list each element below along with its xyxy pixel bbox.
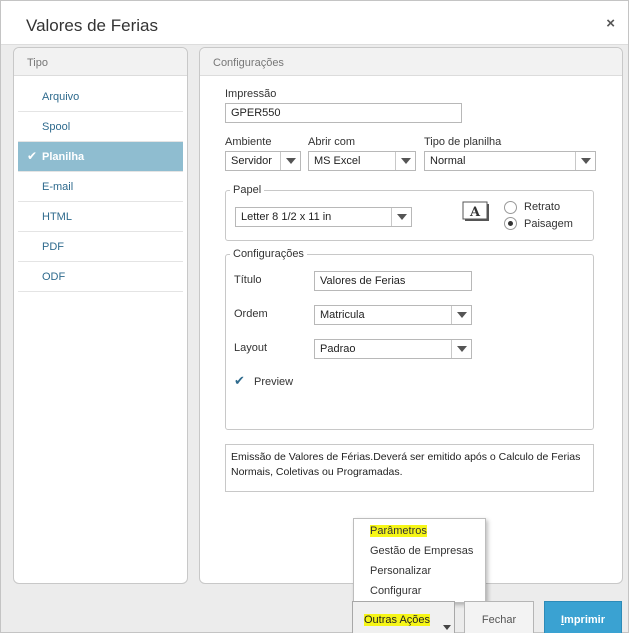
- tipo-item-label: PDF: [42, 241, 64, 253]
- impressao-input[interactable]: GPER550: [225, 103, 462, 123]
- imprimir-button[interactable]: Imprimir: [544, 601, 622, 633]
- preview-label: Preview: [254, 376, 294, 388]
- chevron-down-icon[interactable]: [451, 340, 471, 358]
- title-bar: Valores de Ferias ×: [1, 1, 628, 45]
- impressao-label: Impressão: [225, 88, 277, 100]
- abrir-com-value: MS Excel: [314, 155, 361, 167]
- outras-acoes-label: Outras Ações: [364, 614, 431, 626]
- chevron-down-icon[interactable]: [451, 306, 471, 324]
- tipo-planilha-value: Normal: [430, 155, 466, 167]
- menu-item-label: Gestão de Empresas: [370, 545, 474, 557]
- abrir-com-label: Abrir com: [308, 136, 356, 148]
- ambiente-value: Servidor: [231, 155, 272, 167]
- font-preview-icon: A: [462, 201, 489, 221]
- checkmark-icon: ✔: [27, 149, 38, 163]
- chevron-down-icon: [443, 625, 451, 630]
- tipo-item-label: Arquivo: [42, 91, 80, 103]
- config-header: Configurações: [200, 48, 622, 76]
- paisagem-radio[interactable]: [504, 217, 517, 230]
- layout-label: Layout: [234, 342, 268, 354]
- ordem-select[interactable]: Matricula: [314, 305, 472, 325]
- tipo-panel: Tipo Arquivo Spool ✔ Planilha E-mail HTML…: [13, 47, 188, 584]
- configuracoes-legend: Configurações: [230, 248, 307, 260]
- menu-item-parametros[interactable]: Parâmetros: [370, 525, 427, 537]
- tipo-item-spool[interactable]: Spool: [18, 112, 183, 142]
- outras-acoes-button[interactable]: Outras Ações: [352, 601, 455, 633]
- description-text: Emissão de Valores de Férias.Deverá ser …: [225, 444, 594, 492]
- layout-value: Padrao: [320, 343, 356, 355]
- chevron-down-icon[interactable]: [575, 152, 595, 170]
- tipo-planilha-label: Tipo de planilha: [424, 136, 502, 148]
- retrato-radio[interactable]: [504, 201, 517, 214]
- ambiente-label: Ambiente: [225, 136, 272, 148]
- ordem-value: Matricula: [320, 309, 365, 321]
- close-icon[interactable]: ×: [606, 15, 615, 32]
- paper-size-select[interactable]: Letter 8 1/2 x 11 in: [235, 207, 412, 227]
- tipo-header: Tipo: [14, 48, 187, 76]
- tipo-item-planilha[interactable]: ✔ Planilha: [18, 142, 183, 172]
- ordem-label: Ordem: [234, 308, 268, 320]
- tipo-item-label: Spool: [42, 121, 71, 133]
- tipo-item-arquivo[interactable]: Arquivo: [18, 82, 183, 112]
- titulo-label: Título: [234, 274, 262, 286]
- chevron-down-icon[interactable]: [395, 152, 415, 170]
- papel-legend: Papel: [230, 184, 265, 196]
- tipo-item-label: Planilha: [42, 151, 85, 163]
- menu-item-configurar[interactable]: Configurar: [370, 585, 421, 597]
- dialog-title: Valores de Ferias: [26, 16, 158, 35]
- layout-select[interactable]: Padrao: [314, 339, 472, 359]
- paisagem-label: Paisagem: [524, 218, 573, 230]
- tipo-item-odf[interactable]: ODF: [18, 262, 183, 292]
- tipo-item-email[interactable]: E-mail: [18, 172, 183, 202]
- tipo-planilha-select[interactable]: Normal: [424, 151, 596, 171]
- tipo-item-label: HTML: [42, 211, 72, 223]
- ambiente-select[interactable]: Servidor: [225, 151, 301, 171]
- retrato-label: Retrato: [524, 201, 561, 213]
- abrir-com-select[interactable]: MS Excel: [308, 151, 416, 171]
- titulo-input[interactable]: Valores de Ferias: [314, 271, 472, 291]
- dialog-window: Valores de Ferias × Tipo Arquivo Spool ✔…: [0, 0, 629, 633]
- chevron-down-icon[interactable]: [280, 152, 300, 170]
- menu-item-label: Personalizar: [370, 565, 432, 577]
- paper-size-value: Letter 8 1/2 x 11 in: [241, 211, 332, 223]
- chevron-down-icon[interactable]: [391, 208, 411, 226]
- menu-item-personalizar[interactable]: Personalizar: [370, 565, 431, 577]
- menu-item-gestao-empresas[interactable]: Gestão de Empresas: [370, 545, 473, 557]
- tipo-item-pdf[interactable]: PDF: [18, 232, 183, 262]
- tipo-item-label: E-mail: [42, 181, 74, 193]
- outras-acoes-menu: Parâmetros Gestão de Empresas Personaliz…: [353, 518, 486, 603]
- svg-text:A: A: [469, 205, 481, 220]
- fechar-button[interactable]: Fechar: [464, 601, 534, 633]
- menu-item-label: Configurar: [370, 585, 422, 597]
- menu-item-label: Parâmetros: [370, 525, 427, 537]
- preview-checkbox[interactable]: [234, 373, 247, 389]
- tipo-item-html[interactable]: HTML: [18, 202, 183, 232]
- tipo-item-label: ODF: [42, 271, 66, 283]
